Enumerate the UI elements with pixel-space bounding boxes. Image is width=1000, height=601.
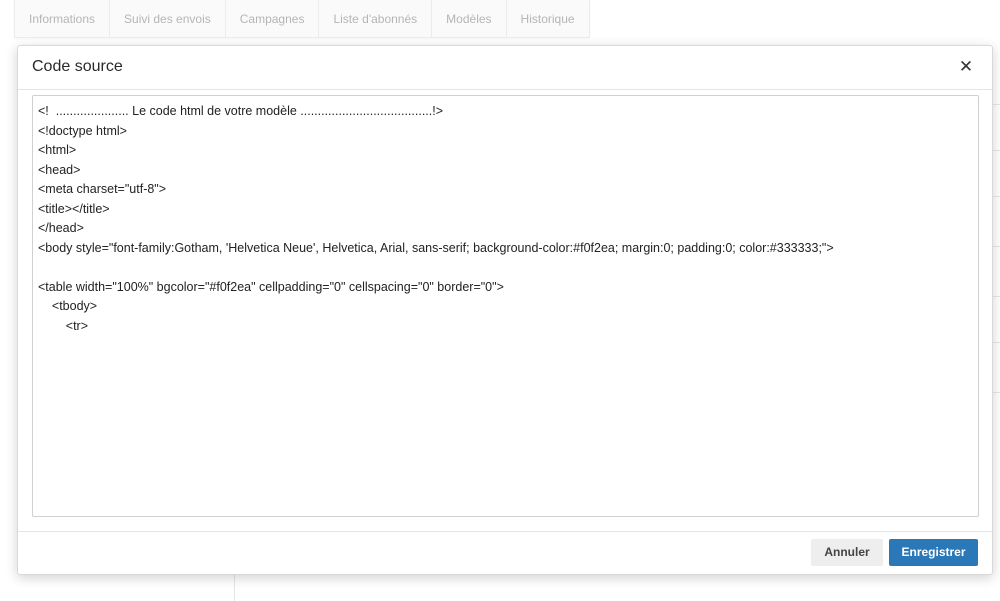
- tab-historique[interactable]: Historique: [507, 0, 589, 37]
- sidebar-divider: [234, 575, 235, 601]
- code-line: <head>: [38, 162, 81, 177]
- modal-header: Code source ✕: [18, 46, 992, 90]
- tab-liste-abonnes[interactable]: Liste d'abonnés: [319, 0, 433, 37]
- source-code-textarea[interactable]: <! ..................... Le code html de…: [32, 95, 979, 517]
- code-line: <html>: [38, 143, 77, 157]
- modal-title: Code source: [32, 58, 123, 75]
- code-line: <tr>: [38, 318, 89, 333]
- tab-campagnes[interactable]: Campagnes: [226, 0, 320, 37]
- code-line: <title></title>: [38, 201, 110, 216]
- close-icon[interactable]: ✕: [956, 57, 976, 77]
- tab-informations[interactable]: Informations: [15, 0, 111, 37]
- code-line: </head>: [38, 221, 84, 235]
- code-line: <!doctype html>: [38, 123, 127, 138]
- code-line: <tbody>: [38, 299, 98, 313]
- code-line: <table width="100%" bgcolor="#f0f2ea" ce…: [38, 279, 504, 294]
- background-tab-bar: Informations Suivi des envois Campagnes …: [14, 0, 590, 38]
- code-line: <! ..................... Le code html de…: [38, 104, 444, 118]
- cancel-button[interactable]: Annuler: [811, 539, 883, 566]
- tab-suivi-des-envois[interactable]: Suivi des envois: [110, 0, 226, 37]
- code-line: <body style="font-family:Gotham, 'Helvet…: [38, 240, 834, 255]
- code-line: <meta charset="utf-8">: [38, 182, 167, 196]
- code-source-modal: Code source ✕ <! ..................... L…: [17, 45, 993, 575]
- save-button[interactable]: Enregistrer: [889, 539, 978, 566]
- modal-footer: Annuler Enregistrer: [18, 531, 992, 574]
- tab-modeles[interactable]: Modèles: [432, 0, 507, 37]
